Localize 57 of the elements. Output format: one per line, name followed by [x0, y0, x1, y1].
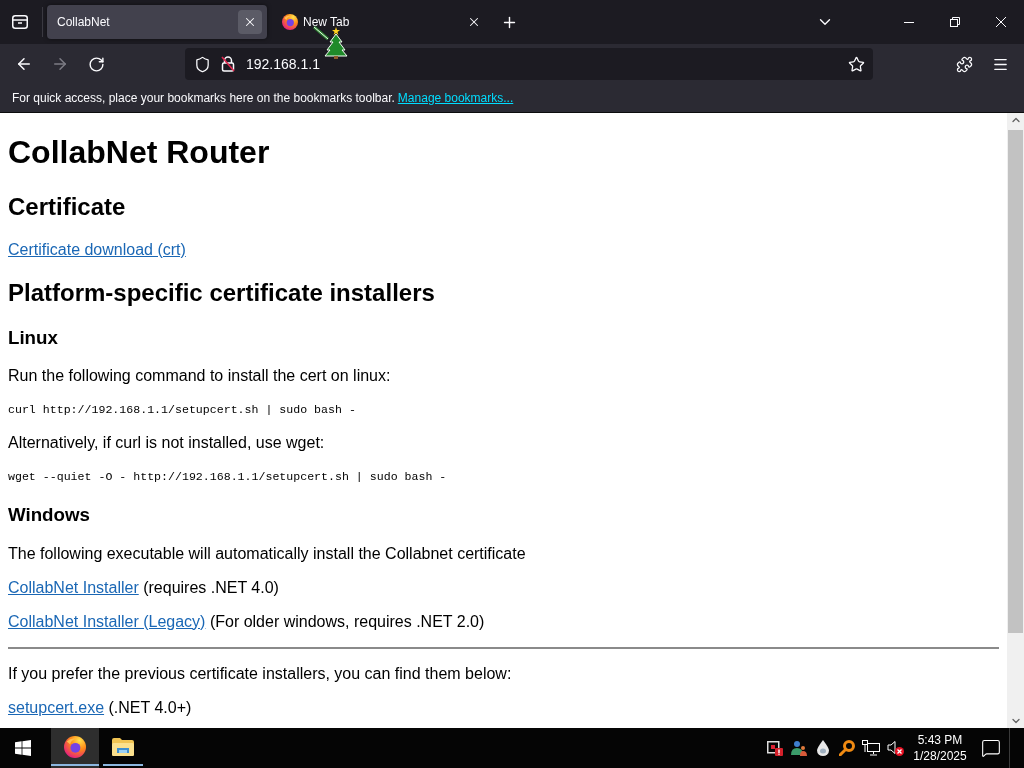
- firefox-icon: [64, 736, 86, 758]
- window-badge-icon[interactable]: [767, 740, 783, 756]
- close-icon: [467, 15, 481, 29]
- paragraph-text: setupcert.exe (.NET 4.0+): [8, 698, 192, 717]
- back-icon: [15, 55, 33, 73]
- taskbar-app-button[interactable]: [51, 728, 99, 768]
- page-title: CollabNet Router: [8, 134, 270, 172]
- people-icon[interactable]: [791, 740, 807, 756]
- scrollbar-track[interactable]: [1007, 113, 1024, 728]
- puzzle-icon: [955, 55, 973, 73]
- manage-bookmarks-link[interactable]: Manage bookmarks...: [397, 91, 514, 105]
- bookmarks-hint-text: For quick access, place your bookmarks here on the bookmarks toolbar.: [12, 91, 395, 105]
- minimize-icon[interactable]: [904, 21, 914, 23]
- section-heading: Certificate: [8, 192, 126, 221]
- subsection-heading: Linux: [8, 326, 58, 349]
- browser-tab[interactable]: CollabNet: [47, 5, 267, 39]
- close-icon: [243, 15, 257, 29]
- restore-icon[interactable]: [950, 17, 960, 27]
- bookmark-star-icon[interactable]: [848, 55, 865, 73]
- command-text: curl http://192.168.1.1/setupcert.sh | sudo bash -: [8, 402, 356, 419]
- forward-icon: [51, 55, 69, 73]
- browser-tab[interactable]: New Tab: [271, 5, 491, 39]
- speaker-muted-icon[interactable]: [886, 740, 904, 756]
- tab-close-button[interactable]: [238, 10, 262, 34]
- tab-title: New Tab: [303, 15, 351, 29]
- address-field[interactable]: 192.168.1.1: [185, 48, 873, 80]
- page-link[interactable]: CollabNet Installer (Legacy): [8, 612, 206, 630]
- paragraph-text: Run the following command to install the cert on linux:: [8, 367, 391, 386]
- page-link[interactable]: setupcert.exe: [8, 698, 105, 716]
- scrollbar-thumb[interactable]: [1008, 130, 1023, 633]
- tab-list-icon: [12, 15, 28, 29]
- clock-time[interactable]: 5:43 PM: [917, 733, 963, 747]
- tab-title: CollabNet: [57, 15, 111, 29]
- windows-logo-icon[interactable]: [15, 740, 31, 756]
- clock-date[interactable]: 1/28/2025: [913, 749, 967, 763]
- paragraph-text: CollabNet Installer (requires .NET 4.0): [8, 578, 279, 597]
- insecure-lock-icon: [221, 56, 235, 72]
- folder-icon: [112, 738, 134, 756]
- page-link[interactable]: CollabNet Installer: [8, 578, 139, 596]
- paragraph-text: The following executable will automatically install the Collabnet certificate: [8, 544, 526, 563]
- command-text: wget --quiet -O - http://192.168.1.1/setupcert.sh | sudo bash -: [8, 469, 447, 486]
- shield-icon[interactable]: [194, 55, 211, 73]
- page-link[interactable]: Certificate download (crt): [8, 240, 186, 258]
- magnifier-icon[interactable]: [839, 740, 855, 756]
- subsection-heading: Windows: [8, 504, 90, 527]
- address-text: 192.168.1.1: [246, 56, 320, 72]
- network-icon[interactable]: [862, 740, 880, 756]
- reload-icon: [87, 55, 105, 73]
- paragraph-text: If you prefer the previous certificate installers, you can find them below:: [8, 664, 512, 683]
- notification-icon: [981, 738, 1001, 758]
- paragraph-text: Alternatively, if curl is not installed, use wget:: [8, 434, 325, 453]
- paragraph-text: CollabNet Installer (Legacy) (For older windows, requires .NET 2.0): [8, 612, 485, 631]
- droplet-icon[interactable]: [817, 740, 829, 756]
- section-heading: Platform-specific certificate installers: [8, 278, 435, 307]
- christmas-tree-cursor-icon: [312, 25, 348, 59]
- close-icon[interactable]: [996, 17, 1006, 27]
- firefox-icon: [282, 14, 298, 30]
